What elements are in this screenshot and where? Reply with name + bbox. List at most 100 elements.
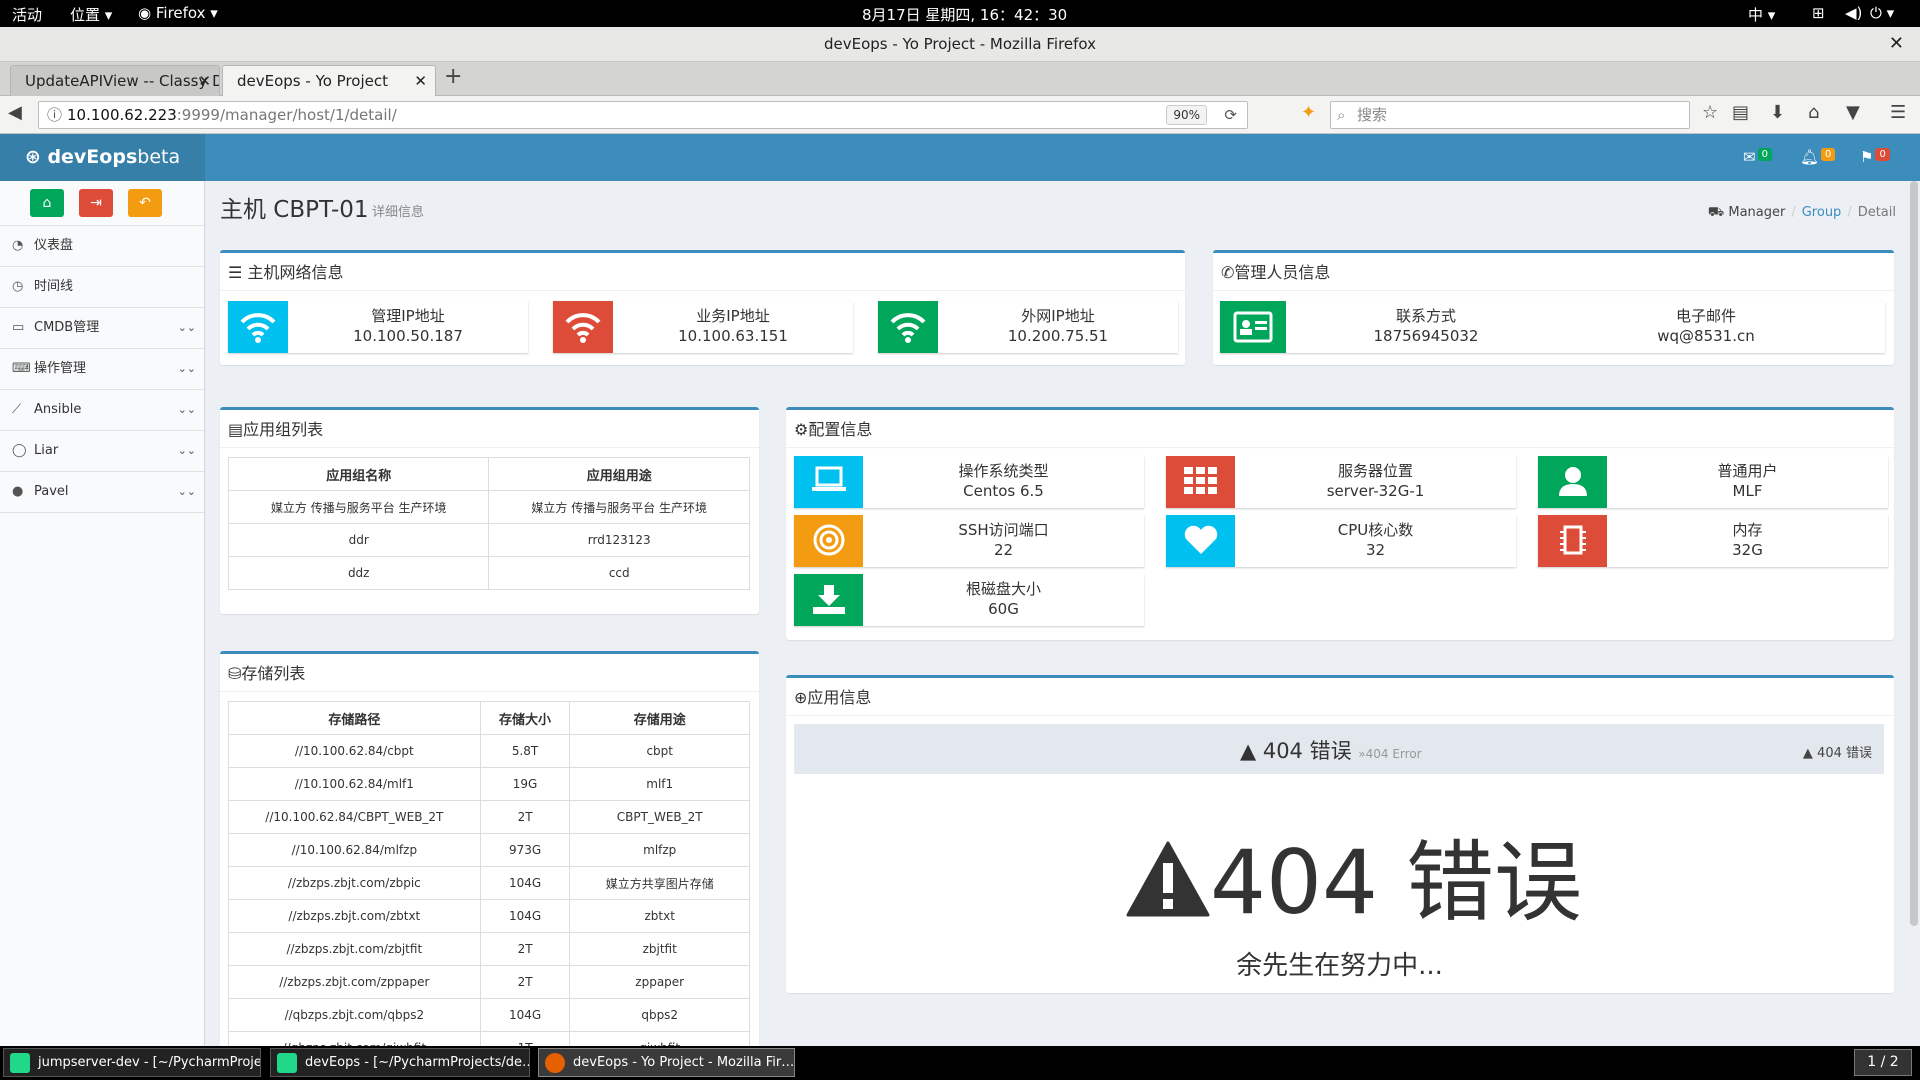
task-deveops-pycharm[interactable]: devEops - [~/PycharmProjects/de… [270,1048,530,1077]
config-item-5: 内存 32G [1538,515,1888,567]
library-icon[interactable]: ▤ [1732,102,1749,123]
appinfo-box-title-text: 应用信息 [807,688,872,707]
table-cell: //zbzps.zbjt.com/zbpic [228,866,481,900]
url-bar[interactable]: ⓘ 10.100.62.223:9999/manager/host/1/deta… [38,101,1248,129]
table-cell: ddr [227,523,490,557]
zoom-indicator[interactable]: 90% [1166,105,1207,125]
clock-icon: ◷ [12,279,24,294]
workspace-pager[interactable]: 1 / 2 [1854,1049,1912,1076]
config-item-1: 服务器位置 server-32G-1 [1166,456,1516,508]
breadcrumb-group[interactable]: Group [1802,205,1842,220]
notifications-button[interactable]: 🔔︎ 0 [1800,148,1836,166]
firefox-app-menu[interactable]: ◉ Firefox ▾ [138,4,218,22]
config-item-4: CPU核心数 32 [1166,515,1516,567]
big-warning-icon [1126,841,1210,917]
extension-icon[interactable]: ✦ [1301,102,1316,123]
flag-icon: ⚑ [1860,148,1874,166]
storage-box-title-text: 存储列表 [241,664,306,683]
tasks-button[interactable]: ⚑ 0 [1860,148,1890,166]
reload-icon[interactable]: ⟳ [1224,102,1237,128]
table-row: 媒立方 传播与服务平台 生产环境 媒立方 传播与服务平台 生产环境 [227,490,750,524]
tab-updateapiview[interactable]: UpdateAPIView -- Classy D ✕ [10,65,220,96]
table-row: ddr rrd123123 [227,523,750,557]
network-item-0: 管理IP地址 10.100.50.187 [228,301,528,353]
task-jumpserver[interactable]: jumpserver-dev - [~/PycharmProje… [3,1048,261,1077]
config-item-value: Centos 6.5 [963,482,1044,500]
sidebar-item-1[interactable]: ◷ 时间线 [0,266,204,307]
network-box-title-text: 主机网络信息 [247,263,344,282]
chevron-down-icon: ⌄⌄ [177,485,196,498]
input-method-indicator[interactable]: 中 ▾ [1748,4,1775,25]
box-divider [786,447,1894,448]
sidebar-item-3[interactable]: ⌨ 操作管理 ⌄⌄ [0,348,204,389]
sidebar-item-0[interactable]: ◔ 仪表盘 [0,225,204,266]
sidebar-item-label: CMDB管理 [34,320,100,335]
clock[interactable]: 8月17日 星期四, 16：42：30 [862,4,1067,25]
keyboard-icon: ⌨ [12,361,31,376]
table-cell: ddz [227,556,490,590]
sidebar-item-2[interactable]: ▭ CMDB管理 ⌄⌄ [0,307,204,348]
downloads-icon[interactable]: ⬇ [1770,102,1785,123]
app-logo[interactable]: ⊛ devEopsbeta [0,134,205,181]
error-small: »404 Error [1358,747,1422,761]
appgroup-box-title: ▤应用组列表 [228,416,323,440]
table-cell: zppaper [569,965,750,999]
error-breadcrumb: ▲ 404 错误 [1803,742,1872,761]
reply-icon: ↶ [139,195,151,211]
home-icon[interactable]: ⌂ [1808,102,1819,123]
network-item-value: 10.200.75.51 [1007,327,1109,345]
network-item-text: 外网IP地址 10.200.75.51 [938,306,1178,346]
table-row: //zbzps.zbjt.com/zbjtfit 2T zbjtfit [228,932,750,966]
back-button[interactable]: ↶ [128,189,162,217]
search-input[interactable]: ⌕ 搜索 [1330,101,1690,129]
volume-icon[interactable]: ◀) [1845,4,1862,22]
user-icon [1538,456,1607,508]
places-menu[interactable]: 位置 ▾ [70,4,112,25]
config-item-label: 内存 [1732,521,1763,539]
home-button[interactable]: ⌂ [30,189,64,217]
wifi-icon [553,301,613,353]
table-cell: 2T [479,932,571,966]
logo-suffix: beta [137,146,181,168]
table-cell: 19G [479,767,571,801]
table-cell: 媒立方共享图片存储 [569,866,750,900]
table-row: ddz ccd [227,556,750,590]
info-icon[interactable]: ⓘ [47,102,62,128]
wifi-icon [228,301,288,353]
breadcrumb-manager[interactable]: ⛟ Manager [1708,205,1785,220]
power-icon[interactable]: ⏻ ▾ [1870,4,1894,22]
chevron-down-icon: ⌄⌄ [177,321,196,334]
page-scrollbar[interactable] [1910,181,1918,926]
mail-button[interactable]: ✉ 0 [1743,148,1772,166]
logout-button[interactable]: ⇥ [79,189,113,217]
task-label: devEops - [~/PycharmProjects/de… [305,1055,530,1070]
bookmark-star-icon[interactable]: ☆ [1702,102,1718,123]
table-header-cell: 应用组用途 [488,457,750,491]
tab-close-icon[interactable]: ✕ [198,66,211,96]
network-icon[interactable]: ⊞ [1812,4,1825,22]
tab-label: UpdateAPIView -- Classy D [25,72,220,90]
table-cell: rrd123123 [488,523,750,557]
chip-icon [1538,515,1607,567]
table-cell: 媒立方 传播与服务平台 生产环境 [227,490,490,524]
activities-button[interactable]: 活动 [12,4,42,25]
sidebar-item-5[interactable]: ◯ Liar ⌄⌄ [0,430,204,471]
back-button[interactable]: ◀ [8,102,22,123]
pocket-icon[interactable]: ▼ [1846,102,1860,123]
window-close-icon[interactable]: ✕ [1889,27,1904,61]
sidebar-item-4[interactable]: ⟋ Ansible ⌄⌄ [0,389,204,430]
new-tab-button[interactable]: + [444,64,462,89]
config-item-text: 根磁盘大小 60G [863,579,1144,619]
tab-deveops[interactable]: devEops - Yo Project ✕ [222,65,436,96]
hamburger-menu-icon[interactable]: ☰ [1890,102,1906,123]
config-item-label: SSH访问端口 [958,521,1049,539]
laptop-icon [794,456,863,508]
table-header-row: 存储路径 存储大小 存储用途 [228,701,750,735]
box-divider [786,715,1894,716]
config-box-title-text: 配置信息 [808,420,873,439]
sidebar-item-6[interactable]: ● Pavel ⌄⌄ [0,471,204,512]
task-firefox[interactable]: devEops - Yo Project - Mozilla Fir… [538,1048,795,1077]
bell-badge: 0 [1821,148,1836,161]
tab-close-icon[interactable]: ✕ [414,66,427,96]
email-value: wq@8531.cn [1657,327,1755,345]
